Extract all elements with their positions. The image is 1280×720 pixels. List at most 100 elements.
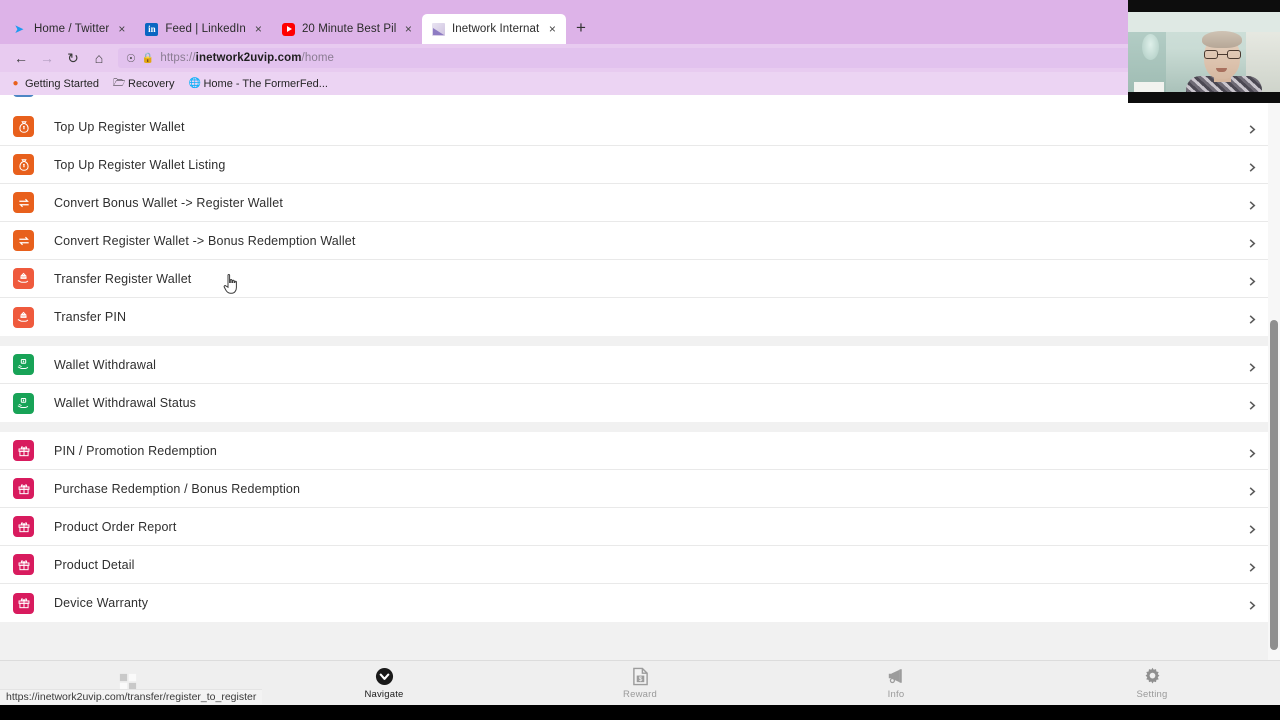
bookmark-recovery[interactable]: 🗁 Recovery bbox=[113, 78, 174, 90]
chevron-right-icon[interactable] bbox=[1246, 122, 1258, 134]
bottom-nav-label: Navigate bbox=[364, 689, 404, 700]
money-bag-icon bbox=[13, 154, 34, 175]
lock-icon[interactable]: 🔒 bbox=[142, 53, 154, 64]
list-item-label: Device Warranty bbox=[54, 596, 149, 610]
tab-close-icon[interactable]: × bbox=[253, 23, 264, 35]
address-bar[interactable]: ☉ 🔒 https://inetwork2uvip.com/home ▤ ☆ bbox=[118, 48, 1244, 68]
redemption-group: PIN / Promotion Redemption Purchase Rede… bbox=[0, 432, 1268, 622]
gift-icon bbox=[13, 592, 34, 614]
link-status-bar: https://inetwork2uvip.com/transfer/regis… bbox=[0, 689, 263, 704]
chevron-right-icon[interactable] bbox=[1246, 360, 1258, 372]
list-item-top-up-register-wallet[interactable]: Top Up Register Wallet bbox=[0, 108, 1268, 146]
shield-icon[interactable]: ☉ bbox=[126, 52, 136, 65]
chevron-right-icon[interactable] bbox=[1246, 312, 1258, 324]
chevron-right-icon[interactable] bbox=[1246, 274, 1258, 286]
back-button[interactable]: ← bbox=[8, 47, 34, 69]
list-item-transfer-pin[interactable]: Transfer PIN bbox=[0, 298, 1268, 336]
list-item-label: Top Up Register Wallet bbox=[54, 119, 185, 134]
list-item-label: Wallet Withdrawal Status bbox=[54, 396, 197, 410]
youtube-icon bbox=[281, 22, 295, 36]
bottom-nav-label: Reward bbox=[623, 689, 657, 700]
tab-close-icon[interactable]: × bbox=[403, 23, 414, 35]
list-item-label: Purchase Redemption / Bonus Redemption bbox=[54, 481, 301, 496]
browser-tab-twitter[interactable]: ➤ Home / Twitter × bbox=[4, 14, 135, 44]
list-item-device-warranty[interactable]: Device Warranty bbox=[0, 584, 1268, 622]
new-tab-button[interactable]: + bbox=[566, 19, 596, 40]
url-path: /home bbox=[301, 52, 334, 64]
gear-icon bbox=[1143, 666, 1162, 686]
browser-chrome: ➤ Home / Twitter × in Feed | LinkedIn × … bbox=[0, 0, 1280, 95]
tab-close-icon[interactable]: × bbox=[116, 23, 127, 35]
chevron-right-icon[interactable] bbox=[1246, 446, 1258, 458]
hand-transfer-icon bbox=[13, 268, 34, 289]
list-item-convert-register-to-bonus-redemption[interactable]: Convert Register Wallet -> Bonus Redempt… bbox=[0, 222, 1268, 260]
list-item-label: Wallet Withdrawal bbox=[54, 357, 157, 372]
bottom-nav-setting[interactable]: Setting bbox=[1024, 661, 1280, 705]
list-item-transfer-register-wallet[interactable]: Transfer Register Wallet bbox=[0, 260, 1268, 298]
chevron-right-icon[interactable] bbox=[1246, 560, 1258, 572]
bottom-nav-info[interactable]: Info bbox=[768, 661, 1024, 705]
bookmark-getting-started[interactable]: ● Getting Started bbox=[10, 78, 99, 90]
chevron-right-icon[interactable] bbox=[1246, 522, 1258, 534]
menu-list: Top Up Register Wallet Top Up Register W… bbox=[0, 108, 1268, 632]
list-item-top-up-register-wallet-listing[interactable]: Top Up Register Wallet Listing bbox=[0, 146, 1268, 184]
group-separator bbox=[0, 422, 1268, 432]
bottom-nav-reward[interactable]: $ Reward bbox=[512, 661, 768, 705]
group-separator bbox=[0, 622, 1268, 632]
url-scheme: https:// bbox=[160, 52, 196, 64]
tab-title: Feed | LinkedIn bbox=[165, 23, 246, 35]
mouse-cursor-pointer bbox=[222, 273, 240, 300]
list-item-label: Convert Register Wallet -> Bonus Redempt… bbox=[54, 233, 356, 248]
browser-tab-youtube[interactable]: 20 Minute Best Pilates Vid × bbox=[272, 14, 422, 44]
list-item-purchase-redemption-bonus-redemption[interactable]: Purchase Redemption / Bonus Redemption bbox=[0, 470, 1268, 508]
browser-tab-linkedin[interactable]: in Feed | LinkedIn × bbox=[135, 14, 272, 44]
chevron-down-circle-icon bbox=[375, 666, 394, 686]
list-item-product-order-report[interactable]: Product Order Report bbox=[0, 508, 1268, 546]
list-item-label: Product Detail bbox=[54, 557, 135, 572]
bottom-nav-navigate[interactable]: Navigate bbox=[256, 661, 512, 705]
globe-icon: 🌐 bbox=[188, 78, 201, 89]
bookmark-label: Getting Started bbox=[25, 77, 99, 90]
url-host: inetwork2uvip.com bbox=[195, 52, 302, 64]
exchange-arrows-icon bbox=[13, 192, 34, 213]
chevron-right-icon[interactable] bbox=[1246, 484, 1258, 496]
list-item-wallet-withdrawal-status[interactable]: Wallet Withdrawal Status bbox=[0, 384, 1268, 422]
money-document-icon: $ bbox=[632, 666, 649, 686]
list-item-label: Convert Bonus Wallet -> Register Wallet bbox=[54, 195, 283, 210]
hand-money-icon bbox=[13, 354, 34, 375]
home-button[interactable]: ⌂ bbox=[86, 47, 112, 69]
chevron-right-icon[interactable] bbox=[1246, 160, 1258, 172]
bottom-nav-label: Info bbox=[887, 689, 905, 700]
scrollbar-thumb[interactable] bbox=[1270, 320, 1278, 650]
list-item-wallet-withdrawal[interactable]: Wallet Withdrawal bbox=[0, 346, 1268, 384]
gift-icon bbox=[13, 478, 34, 499]
group-separator bbox=[0, 336, 1268, 346]
list-item-label: Transfer Register Wallet bbox=[54, 271, 192, 286]
tab-close-icon[interactable]: × bbox=[547, 23, 558, 35]
webcam-overlay bbox=[1128, 0, 1280, 103]
list-item-product-detail[interactable]: Product Detail bbox=[0, 546, 1268, 584]
browser-tab-inetwork[interactable]: Inetwork International × bbox=[421, 14, 566, 44]
bookmark-home-formerfed[interactable]: 🌐 Home - The FormerFed... bbox=[188, 78, 328, 90]
wallet-transfer-group: Top Up Register Wallet Top Up Register W… bbox=[0, 108, 1268, 336]
gift-icon bbox=[13, 554, 34, 575]
exchange-arrows-icon bbox=[13, 230, 34, 251]
twitter-icon: ➤ bbox=[14, 21, 25, 36]
chevron-right-icon[interactable] bbox=[1246, 198, 1258, 210]
list-item-pin-promotion-redemption[interactable]: PIN / Promotion Redemption bbox=[0, 432, 1268, 470]
folder-icon: 🗁 bbox=[113, 78, 126, 89]
forward-button[interactable]: → bbox=[34, 47, 60, 69]
list-item-label: Transfer PIN bbox=[54, 310, 127, 324]
chevron-right-icon[interactable] bbox=[1246, 598, 1258, 610]
list-item-convert-bonus-to-register[interactable]: Convert Bonus Wallet -> Register Wallet bbox=[0, 184, 1268, 222]
bookmarks-bar: ● Getting Started 🗁 Recovery 🌐 Home - Th… bbox=[0, 72, 1280, 95]
chevron-right-icon[interactable] bbox=[1246, 398, 1258, 410]
reload-button[interactable]: ↻ bbox=[60, 47, 86, 69]
hand-money-icon bbox=[13, 392, 34, 414]
vertical-scrollbar[interactable] bbox=[1268, 95, 1280, 660]
bookmark-label: Recovery bbox=[128, 77, 175, 90]
chevron-right-icon[interactable] bbox=[1246, 236, 1258, 248]
page-content: Top Up Register Wallet Top Up Register W… bbox=[0, 95, 1280, 660]
bookmark-label: Home - The FormerFed... bbox=[203, 77, 328, 90]
tab-title: 20 Minute Best Pilates Vid bbox=[301, 23, 396, 35]
